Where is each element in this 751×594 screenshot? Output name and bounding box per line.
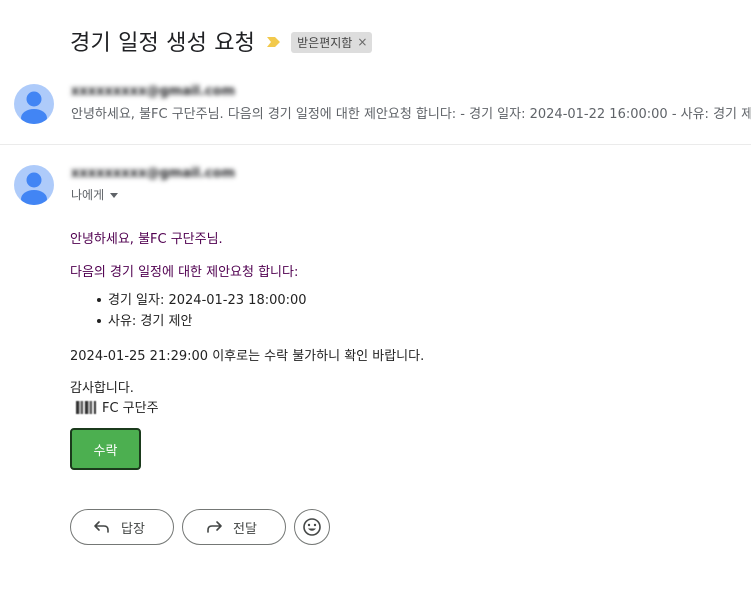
- forward-button[interactable]: 전달: [182, 509, 286, 545]
- recipient-label: 나에게: [71, 188, 105, 202]
- person-avatar-icon: [21, 91, 47, 124]
- thread-header: 경기 일정 생성 요청 받은편지함 ×: [70, 24, 373, 58]
- forward-label: 전달: [233, 521, 257, 537]
- recipient-details-toggle[interactable]: 나에게: [71, 186, 119, 203]
- greeting-text: 안녕하세요, 불FC 구단주님.: [70, 232, 223, 247]
- details-list: 경기 일자: 2024-01-23 18:00:00 사유: 경기 제안: [97, 290, 307, 332]
- reply-arrow-icon: [93, 520, 111, 534]
- label-arrow-icon: [267, 36, 281, 48]
- signature-line: FC 구단주: [76, 397, 159, 416]
- closing-text: 감사합니다.: [70, 381, 134, 396]
- sender-avatar[interactable]: [14, 84, 54, 124]
- reply-button[interactable]: 답장: [70, 509, 174, 545]
- remove-label-icon[interactable]: ×: [357, 35, 367, 49]
- redacted-team-name: [76, 401, 96, 414]
- caret-down-icon: [110, 193, 119, 198]
- reply-label: 답장: [121, 521, 145, 537]
- inbox-label-chip[interactable]: 받은편지함 ×: [291, 31, 373, 53]
- expanded-sender[interactable]: xxxxxxxxx@gmail.com: [71, 166, 235, 181]
- email-subject: 경기 일정 생성 요청: [70, 31, 256, 56]
- emoji-reaction-button[interactable]: [294, 509, 330, 545]
- accept-button[interactable]: 수락: [70, 428, 141, 470]
- message-snippet[interactable]: 안녕하세요, 불FC 구단주님. 다음의 경기 일정에 대한 제안요청 합니다:…: [71, 103, 751, 122]
- list-item: 사유: 경기 제안: [97, 311, 307, 332]
- deadline-text: 2024-01-25 21:29:00 이후로는 수락 불가하니 확인 바랍니다…: [70, 349, 425, 364]
- collapsed-sender[interactable]: xxxxxxxxx@gmail.com: [71, 84, 235, 99]
- intro-text: 다음의 경기 일정에 대한 제안요청 합니다:: [70, 265, 299, 280]
- forward-arrow-icon: [205, 520, 223, 534]
- signature-text: FC 구단주: [102, 401, 159, 416]
- sender-avatar[interactable]: [14, 165, 54, 205]
- list-item: 경기 일자: 2024-01-23 18:00:00: [97, 290, 307, 311]
- smiley-face-icon: [303, 518, 321, 536]
- person-avatar-icon: [21, 172, 47, 205]
- inbox-label-text: 받은편지함: [297, 35, 353, 50]
- message-divider: [0, 144, 751, 145]
